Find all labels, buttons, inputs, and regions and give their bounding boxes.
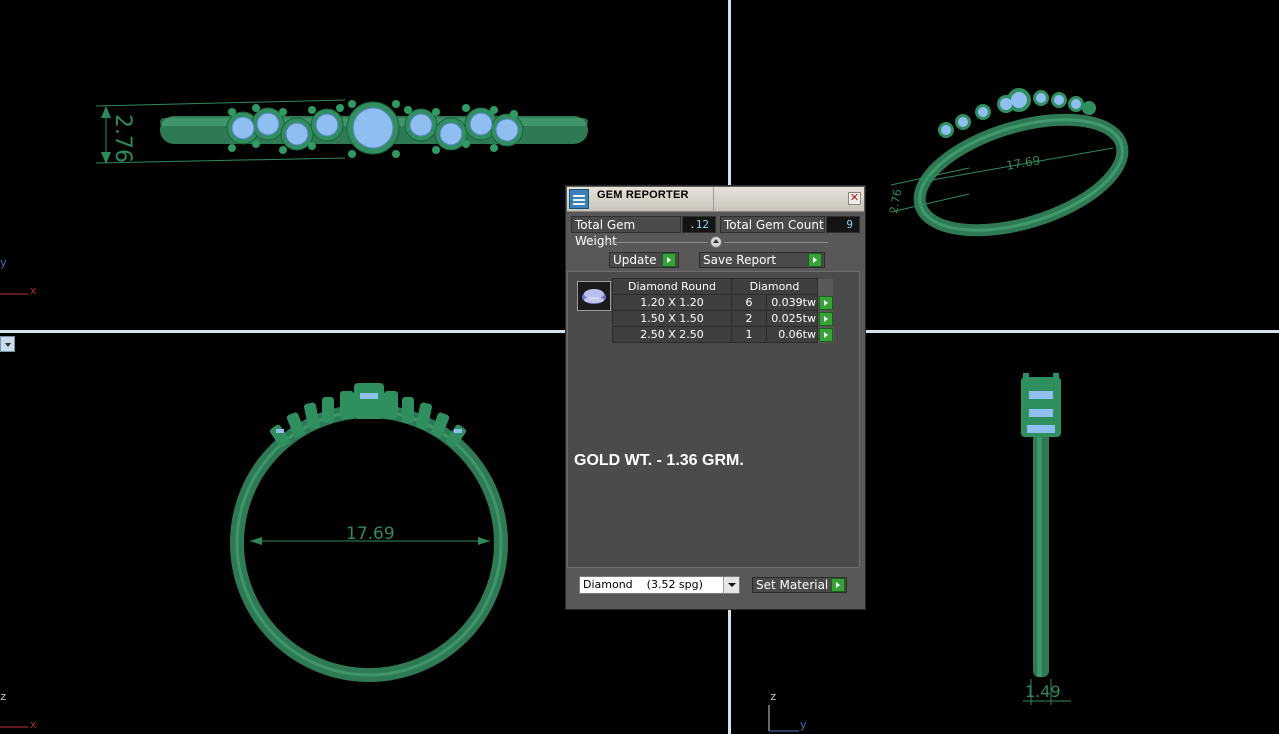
front-axis-x-label: x: [30, 720, 37, 732]
row-go-icon[interactable]: [819, 295, 833, 310]
set-material-button-label: Set Material: [756, 578, 829, 592]
material-select[interactable]: Diamond (3.52 spg): [579, 576, 740, 594]
section-divider-right: [724, 242, 828, 243]
front-dimension-label: 17.69: [346, 524, 395, 544]
gem-count-cell: 2: [731, 310, 767, 327]
chevron-down-icon[interactable]: [723, 577, 739, 593]
update-button-label: Update: [613, 253, 657, 267]
row-go-icon[interactable]: [819, 311, 833, 326]
diamond-gem-icon[interactable]: [577, 281, 611, 311]
total-gem-weight-label: Total Gem Weight: [571, 216, 681, 248]
total-gem-weight-value: .12: [682, 216, 716, 233]
save-report-go-icon[interactable]: [808, 253, 822, 267]
perspective-ring-dimension: 17.69: [1005, 153, 1041, 173]
total-gem-count-value: 9: [826, 216, 860, 233]
gold-weight-note: GOLD WT. - 1.36 GRM.: [574, 452, 744, 469]
right-axis-z-label: z: [770, 692, 777, 704]
right-dimension-label: 1.49: [1025, 682, 1061, 701]
table-row[interactable]: 1.50 X 1.50 2 0.025tw: [612, 310, 834, 327]
gem-count-cell: 1: [731, 326, 767, 343]
gem-weight-cell: 0.039tw: [766, 294, 818, 311]
update-go-icon[interactable]: [662, 253, 676, 267]
material-select-value: Diamond (3.52 spg): [583, 578, 703, 591]
row-go-icon[interactable]: [819, 327, 833, 342]
top-axis-x-label: x: [30, 286, 37, 298]
top-axis-y-label: y: [0, 258, 7, 270]
titlebar-divider: [713, 187, 714, 211]
table-header-stone: Diamond: [731, 278, 818, 295]
section-divider-left: [604, 242, 708, 243]
gem-reporter-titlebar[interactable]: GEM REPORTER ✕: [567, 187, 864, 212]
collapse-toggle-button[interactable]: [710, 236, 722, 248]
table-row[interactable]: 2.50 X 2.50 1 0.06tw: [612, 326, 834, 343]
save-report-button[interactable]: Save Report: [699, 252, 825, 268]
gem-weight-cell: 0.025tw: [766, 310, 818, 327]
viewport-menu-button[interactable]: [0, 336, 15, 352]
gem-reporter-app-icon: [569, 189, 589, 209]
gem-list-area: Diamond Round Diamond 1.20 X 1.20 6 0.03…: [567, 271, 860, 568]
gem-count-cell: 6: [731, 294, 767, 311]
front-axis-z-label: z: [0, 692, 7, 704]
top-dimension-label: 2.76: [110, 114, 135, 163]
perspective-side-dimension: 2.76: [887, 188, 904, 214]
table-header-row: Diamond Round Diamond: [612, 278, 834, 295]
gem-size-cell: 1.50 X 1.50: [612, 310, 732, 327]
table-header-cut: Diamond Round: [612, 278, 732, 295]
set-material-go-icon[interactable]: [831, 578, 845, 592]
save-report-button-label: Save Report: [703, 253, 777, 267]
gem-size-cell: 2.50 X 2.50: [612, 326, 732, 343]
gem-reporter-title: GEM REPORTER: [597, 189, 689, 201]
right-axis-y-label: y: [800, 720, 807, 732]
gem-size-cell: 1.20 X 1.20: [612, 294, 732, 311]
total-gem-count-label: Total Gem Count: [720, 216, 825, 233]
table-row[interactable]: 1.20 X 1.20 6 0.039tw: [612, 294, 834, 311]
gem-summary-table: Diamond Round Diamond 1.20 X 1.20 6 0.03…: [612, 278, 834, 343]
gem-reporter-panel: GEM REPORTER ✕ Total Gem Weight .12 Tota…: [565, 185, 866, 610]
close-icon: ✕: [849, 192, 860, 204]
gem-weight-cell: 0.06tw: [766, 326, 818, 343]
close-button[interactable]: ✕: [848, 192, 861, 205]
